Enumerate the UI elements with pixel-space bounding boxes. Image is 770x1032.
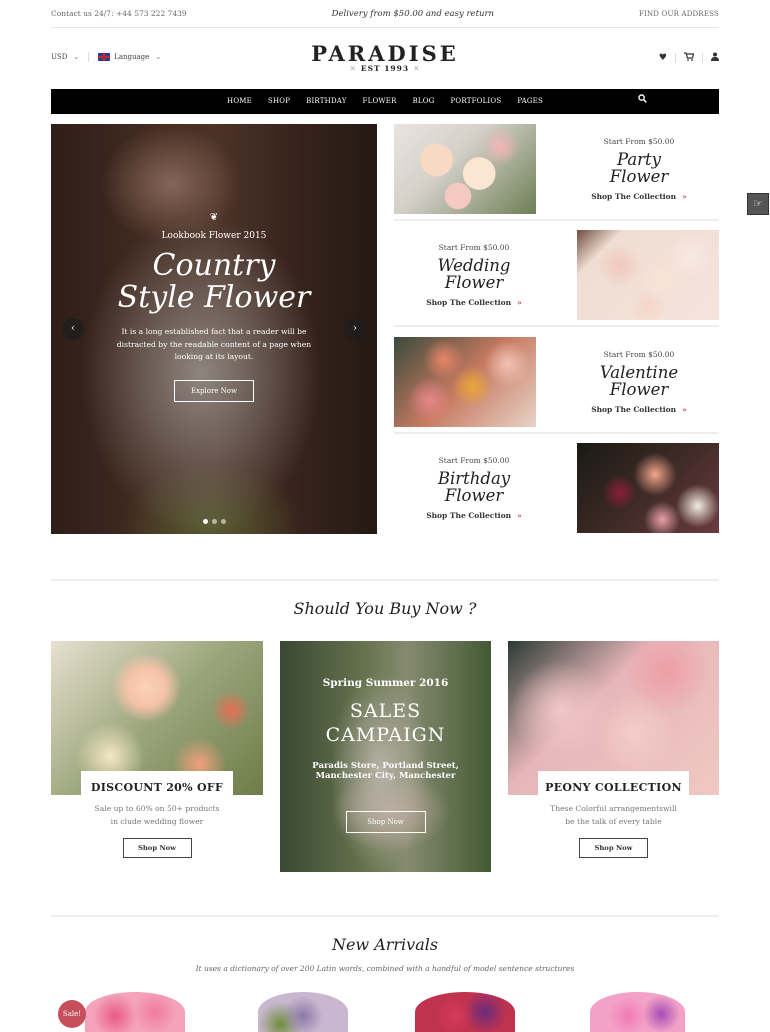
price-from: Start From $50.00 bbox=[603, 137, 675, 146]
nav-blog[interactable]: BLOG bbox=[405, 89, 443, 114]
bird-icon: ❦ bbox=[209, 212, 219, 223]
product-image[interactable] bbox=[590, 992, 685, 1032]
collection-card-party: Start From $50.00 Party Flower Shop The C… bbox=[394, 124, 719, 221]
hero-description: It is a long established fact that a rea… bbox=[116, 327, 312, 361]
party-flower-image[interactable] bbox=[394, 124, 536, 214]
product-image[interactable] bbox=[258, 992, 348, 1032]
sale-badge: Sale! bbox=[58, 1000, 86, 1028]
peony-promo: PEONY COLLECTION These Colorful arrangem… bbox=[508, 641, 719, 858]
hero-kicker: Lookbook Flower 2015 bbox=[161, 231, 267, 241]
hero-slider: ❦ Lookbook Flower 2015 Country Style Flo… bbox=[51, 124, 377, 534]
birthday-flower-image[interactable] bbox=[577, 443, 719, 533]
price-from: Start From $50.00 bbox=[438, 456, 510, 465]
chevron-right-icon: » bbox=[517, 298, 522, 307]
collection-card-valentine: Start From $50.00 Valentine Flower Shop T… bbox=[394, 337, 719, 434]
peony-description: These Colorful arrangementswill be the t… bbox=[550, 804, 677, 826]
find-address-link[interactable]: FIND OUR ADDRESS bbox=[639, 10, 719, 18]
wedding-flower-image[interactable] bbox=[577, 230, 719, 320]
hero-title: Country Style Flower bbox=[117, 248, 311, 315]
section-divider bbox=[51, 579, 719, 581]
discount-promo: DISCOUNT 20% OFF Sale up to 60% on 50+ p… bbox=[51, 641, 263, 858]
collection-title: Wedding Flower bbox=[437, 256, 511, 292]
side-widget-toggle[interactable]: ☞ bbox=[747, 193, 769, 215]
sales-campaign-banner: Spring Summer 2016 SALES CAMPAIGN Paradis… bbox=[280, 641, 491, 872]
section-divider bbox=[51, 915, 719, 917]
peony-shop-now-button[interactable]: Shop Now bbox=[579, 838, 648, 858]
top-bar: Contact us 24/7: +44 573 222 7439 Delive… bbox=[51, 0, 719, 28]
search-icon[interactable] bbox=[638, 89, 647, 114]
buy-section-title: Should You Buy Now ? bbox=[293, 599, 477, 618]
price-from: Start From $50.00 bbox=[438, 243, 510, 252]
main-nav: HOME SHOP BIRTHDAY FLOWER BLOG PORTFOLIO… bbox=[51, 89, 719, 116]
campaign-address: Paradis Store, Portland Street, Mancheste… bbox=[312, 761, 459, 781]
collection-title: Birthday Flower bbox=[437, 469, 511, 505]
explore-now-button[interactable]: Explore Now bbox=[173, 379, 255, 402]
prev-slide-button[interactable]: ‹ bbox=[62, 318, 84, 340]
shop-collection-link[interactable]: Shop The Collection» bbox=[394, 298, 554, 307]
next-slide-button[interactable]: › bbox=[344, 318, 366, 340]
delivery-text: Delivery from $50.00 and easy return bbox=[331, 8, 495, 19]
new-arrivals-subtitle: It uses a dictionary of over 200 Latin w… bbox=[195, 964, 575, 973]
cart-icon[interactable] bbox=[684, 52, 695, 64]
logo-name: PARADISE bbox=[311, 41, 459, 66]
nav-home[interactable]: HOME bbox=[219, 89, 260, 116]
heart-icon[interactable]: ♥ bbox=[659, 53, 667, 63]
slide-dot[interactable] bbox=[202, 519, 208, 524]
discount-label: DISCOUNT 20% OFF bbox=[81, 771, 233, 797]
nav-birthday[interactable]: BIRTHDAY bbox=[298, 89, 354, 114]
chevron-right-icon: » bbox=[682, 192, 687, 201]
campaign-shop-now-button[interactable]: Shop Now bbox=[345, 811, 426, 833]
new-arrivals-title: New Arrivals bbox=[331, 935, 439, 954]
cross-icon: ✕ bbox=[413, 64, 421, 73]
shop-collection-link[interactable]: Shop The Collection» bbox=[559, 405, 719, 414]
slide-dot[interactable] bbox=[211, 519, 217, 524]
nav-flower[interactable]: FLOWER bbox=[355, 89, 405, 114]
logo-est: ✕ EST 1993 ✕ bbox=[349, 64, 421, 73]
cross-icon: ✕ bbox=[349, 64, 357, 73]
nav-shop[interactable]: SHOP bbox=[260, 89, 298, 114]
logo[interactable]: PARADISE ✕ EST 1993 ✕ bbox=[51, 41, 719, 73]
collection-card-wedding: Start From $50.00 Wedding Flower Shop The… bbox=[394, 230, 719, 327]
peony-label: PEONY COLLECTION bbox=[538, 771, 689, 797]
collection-title: Valentine Flower bbox=[599, 363, 679, 399]
discount-shop-now-button[interactable]: Shop Now bbox=[122, 838, 192, 858]
discount-description: Sale up to 60% on 50+ products in clude … bbox=[94, 804, 220, 826]
contact-text: Contact us 24/7: +44 573 222 7439 bbox=[51, 9, 187, 18]
chevron-right-icon: » bbox=[517, 511, 522, 520]
product-image[interactable] bbox=[415, 992, 515, 1032]
collection-card-birthday: Start From $50.00 Birthday Flower Shop Th… bbox=[394, 443, 719, 540]
collection-title: Party Flower bbox=[609, 150, 669, 186]
nav-portfolios[interactable]: PORTFOLIOS bbox=[443, 89, 510, 114]
campaign-kicker: Spring Summer 2016 bbox=[322, 677, 449, 689]
header: USD ⌄ Language ⌄ PARADISE ✕ EST 1993 ✕ ♥ bbox=[51, 40, 719, 80]
product-image[interactable] bbox=[85, 992, 185, 1032]
slide-dots bbox=[51, 519, 377, 524]
divider bbox=[702, 53, 703, 63]
slide-dot[interactable] bbox=[220, 519, 226, 524]
user-icon[interactable] bbox=[711, 52, 719, 64]
valentine-flower-image[interactable] bbox=[394, 337, 536, 427]
price-from: Start From $50.00 bbox=[603, 350, 675, 359]
campaign-title: SALES CAMPAIGN bbox=[325, 700, 446, 746]
divider bbox=[675, 53, 676, 63]
chevron-right-icon: » bbox=[682, 405, 687, 414]
shop-collection-link[interactable]: Shop The Collection» bbox=[394, 511, 554, 520]
shop-collection-link[interactable]: Shop The Collection» bbox=[559, 192, 719, 201]
nav-pages[interactable]: PAGES bbox=[509, 89, 551, 114]
